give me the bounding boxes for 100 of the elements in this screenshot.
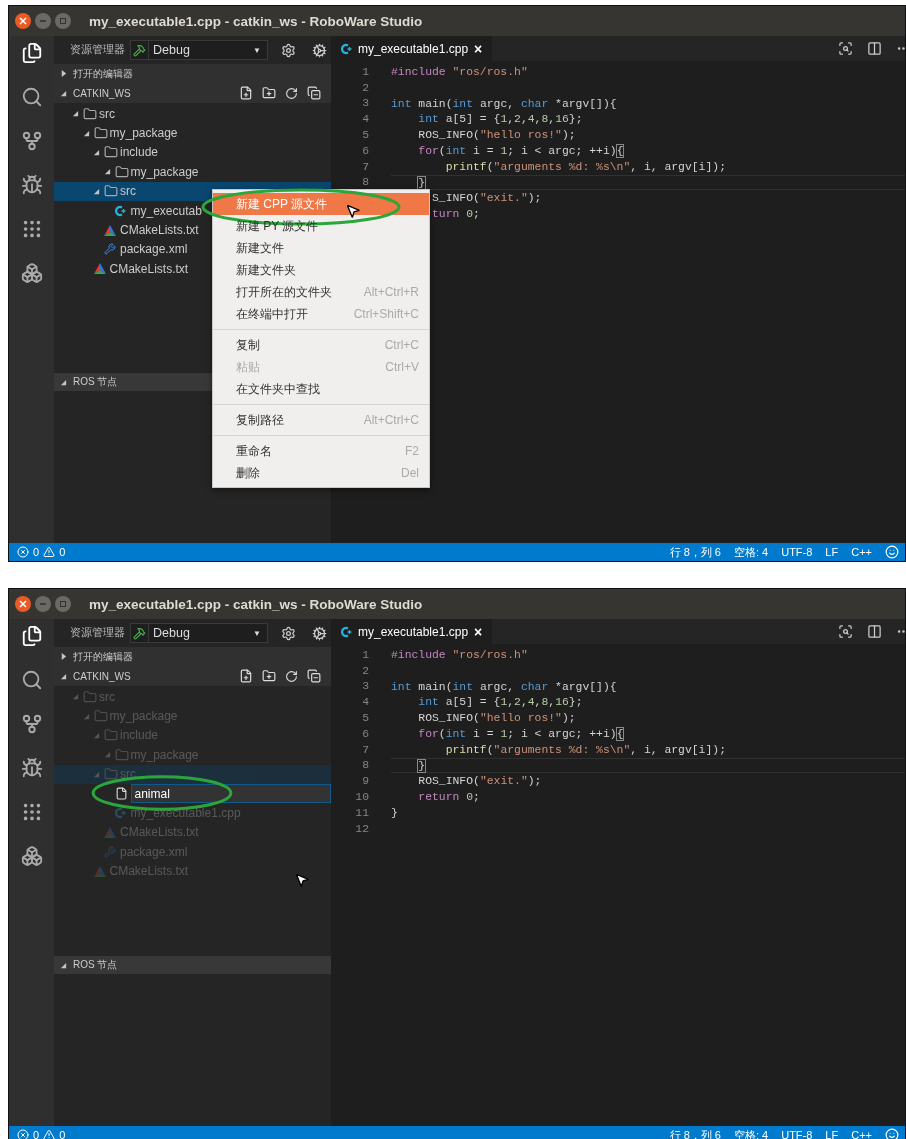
section-header[interactable]: CATKIN_WS: [54, 666, 331, 686]
folder-icon: [114, 747, 129, 762]
line-number: 1: [361, 648, 369, 661]
search-icon[interactable]: [20, 669, 43, 691]
close-button[interactable]: [15, 596, 31, 612]
new-file-icon[interactable]: [239, 86, 253, 101]
line-number: 12: [354, 822, 369, 835]
close-tab-button[interactable]: ×: [474, 623, 483, 640]
extensions-icon[interactable]: [20, 845, 43, 867]
code-line: printf("arguments %d: %s\n", i, argv[i]);: [444, 159, 727, 175]
config-dropdown[interactable]: Debug ▼: [130, 623, 268, 643]
error-count[interactable]: 0: [33, 546, 40, 558]
status-item[interactable]: C++: [851, 1129, 872, 1139]
settings-icon[interactable]: [281, 42, 296, 58]
tree-item[interactable]: src: [54, 104, 331, 124]
line-number: 4: [361, 113, 369, 126]
inspect-icon[interactable]: [838, 624, 853, 639]
settings-icon[interactable]: [281, 625, 296, 641]
section-arrow-icon[interactable]: [60, 653, 67, 661]
menu-item[interactable]: 在终端中打开 Ctrl+Shift+C: [213, 303, 429, 325]
bug-icon[interactable]: [20, 174, 43, 196]
section-title: ROS 节点: [73, 958, 118, 972]
explorer-title: 资源管理器: [70, 626, 125, 640]
section-arrow-icon[interactable]: [60, 378, 67, 386]
menu-item[interactable]: 重命名 F2: [213, 440, 429, 462]
refresh-icon[interactable]: [285, 669, 298, 683]
code-line: ROS_INFO("hello ros!");: [417, 128, 577, 143]
tree-item[interactable]: include: [54, 142, 331, 163]
cog-icon[interactable]: [312, 625, 327, 641]
expand-arrow-icon[interactable]: [93, 148, 100, 156]
search-icon[interactable]: [20, 86, 43, 108]
files-icon[interactable]: [20, 42, 43, 64]
editor-tab[interactable]: my_executable1.cpp ×: [331, 619, 493, 644]
menu-item[interactable]: 打开所在的文件夹 Alt+Ctrl+R: [213, 281, 429, 303]
editor-tab[interactable]: my_executable1.cpp ×: [331, 36, 493, 61]
refresh-icon[interactable]: [285, 86, 298, 100]
split-editor-icon[interactable]: [867, 41, 882, 56]
shortcut-text: Del: [401, 466, 419, 480]
expand-arrow-icon[interactable]: [93, 187, 100, 195]
smiley-icon[interactable]: [885, 1128, 899, 1139]
status-item[interactable]: UTF-8: [781, 1129, 813, 1139]
new-folder-icon[interactable]: [262, 669, 276, 684]
warning-count[interactable]: 0: [59, 546, 66, 558]
input-field[interactable]: animal: [130, 784, 331, 804]
branch-icon[interactable]: [20, 713, 43, 735]
folder-icon: [93, 126, 108, 141]
line-number: 2: [361, 664, 369, 677]
hammer-icon: [133, 43, 146, 57]
status-item[interactable]: LF: [825, 546, 839, 558]
expand-arrow-icon[interactable]: [72, 110, 79, 118]
tree-item[interactable]: my_package: [54, 123, 331, 143]
new-file-icon[interactable]: [239, 669, 253, 684]
code-line: ROS_INFO("hello ros!");: [417, 711, 577, 726]
branch-icon[interactable]: [20, 130, 43, 152]
section-header[interactable]: ROS 节点: [54, 956, 331, 974]
expand-arrow-icon[interactable]: [82, 129, 90, 137]
close-button[interactable]: [15, 13, 31, 29]
section-arrow-icon[interactable]: [60, 672, 67, 680]
menu-item[interactable]: 删除 Del: [213, 462, 429, 484]
status-item[interactable]: C++: [851, 546, 872, 558]
close-tab-button[interactable]: ×: [474, 40, 483, 57]
menu-item[interactable]: 新建文件: [213, 237, 429, 259]
new-folder-icon[interactable]: [262, 86, 276, 101]
warning-count[interactable]: 0: [59, 1129, 66, 1139]
status-item[interactable]: UTF-8: [781, 546, 813, 558]
section-header[interactable]: 打开的编辑器: [54, 64, 331, 84]
config-value: Debug: [152, 43, 191, 57]
split-editor-icon[interactable]: [867, 624, 882, 639]
files-icon[interactable]: [20, 625, 43, 647]
tree-item[interactable]: my_package: [54, 162, 331, 182]
window-title: my_executable1.cpp - catkin_ws - RoboWare Studio: [89, 596, 423, 612]
menu-item[interactable]: 复制 Ctrl+C: [213, 334, 429, 356]
section-arrow-icon[interactable]: [60, 961, 67, 969]
line-number: 6: [361, 727, 369, 740]
menu-item[interactable]: 新建文件夹: [213, 259, 429, 281]
code-line: }: [391, 805, 399, 821]
bug-icon[interactable]: [20, 757, 43, 779]
smiley-icon[interactable]: [885, 545, 899, 559]
triangle-icon: [104, 826, 116, 838]
section-arrow-icon[interactable]: [60, 89, 67, 97]
menu-item[interactable]: 复制路径 Alt+Ctrl+C: [213, 409, 429, 431]
collapse-icon[interactable]: [307, 86, 321, 101]
cog-icon[interactable]: [312, 42, 327, 58]
line-number: 11: [354, 806, 369, 819]
code-line: ROS_INFO("exit.");: [417, 774, 543, 790]
section-header[interactable]: CATKIN_WS: [54, 83, 331, 103]
code-line: #include "ros/ros.h": [391, 648, 529, 663]
line-number: 5: [361, 712, 369, 725]
section-arrow-icon[interactable]: [60, 70, 67, 78]
expand-arrow-icon[interactable]: [103, 168, 111, 176]
extensions-icon[interactable]: [20, 262, 43, 284]
folder-icon: [104, 767, 118, 782]
status-item[interactable]: 行 8，列 6: [669, 544, 721, 560]
status-item[interactable]: 空格: 4: [733, 544, 769, 560]
section-header[interactable]: 打开的编辑器: [54, 647, 331, 667]
inspect-icon[interactable]: [838, 41, 853, 56]
config-dropdown[interactable]: Debug ▼: [130, 40, 268, 60]
collapse-icon[interactable]: [307, 669, 321, 684]
status-item[interactable]: LF: [825, 1129, 839, 1139]
error-count[interactable]: 0: [33, 1129, 40, 1139]
